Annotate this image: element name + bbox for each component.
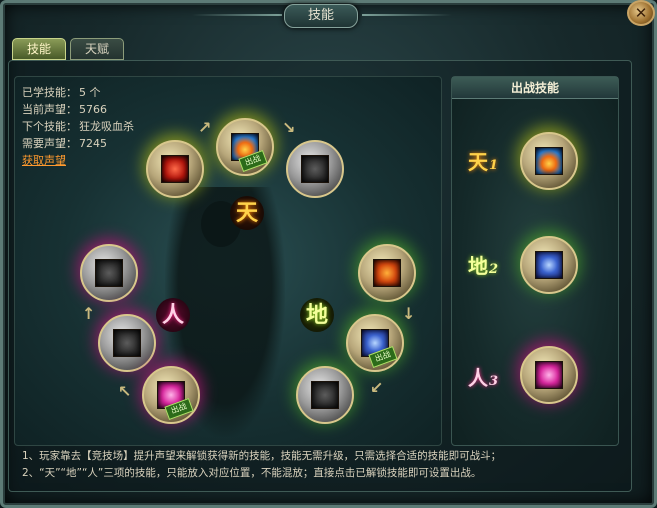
locked-skill-icon	[301, 155, 329, 183]
arrow-icon: ↙	[370, 378, 384, 397]
current-prestige-label: 当前声望：	[22, 103, 77, 116]
locked-skill-icon	[95, 259, 123, 287]
battle-slot-label-2: 地2	[468, 250, 504, 280]
slot-number: 1	[489, 158, 499, 173]
next-skill-value: 狂龙吸血杀	[79, 120, 134, 133]
earth-skill-node-1[interactable]	[348, 230, 426, 310]
next-skill-label: 下个技能：	[22, 120, 77, 133]
learned-skills-label: 已学技能：	[22, 86, 77, 99]
get-prestige-link[interactable]: 获取声望	[22, 152, 66, 169]
title-ornament-right	[362, 14, 452, 16]
tab-skills[interactable]: 技能	[12, 38, 66, 60]
heaven-category-label: 天	[230, 196, 264, 230]
help-note-1: 1、玩家靠去【竞技场】提升声望来解锁获得新的技能，技能无需升级，只需选择合适的技…	[22, 450, 502, 462]
battle-skills-title: 出战技能	[452, 77, 618, 99]
slot-number: 3	[489, 374, 499, 389]
window-title: 技能	[284, 4, 358, 28]
earth-skill-node-3[interactable]	[286, 352, 364, 432]
battle-slot-label-1: 天1	[468, 146, 504, 176]
human-skill-node-3[interactable]: 出战	[132, 352, 210, 432]
battle-slot-3[interactable]	[510, 332, 588, 412]
human-category-label: 人	[156, 298, 190, 332]
battle-slot-label-3: 人3	[468, 362, 504, 392]
title-ornament-left	[192, 14, 282, 16]
learned-skills-value: 5 个	[79, 86, 101, 99]
heart-skill-icon	[535, 361, 563, 389]
flame-body-skill-icon	[373, 259, 401, 287]
human-skill-node-1[interactable]	[70, 230, 148, 310]
slot-char: 地	[468, 254, 488, 278]
heaven-skill-node-3[interactable]	[286, 140, 344, 198]
arrow-icon: ↑	[82, 304, 96, 323]
arrow-icon: ↘	[282, 118, 296, 137]
slot-char: 人	[468, 366, 488, 390]
battle-slot-1[interactable]	[510, 118, 588, 198]
tab-bar: 技能 天赋	[12, 38, 124, 60]
required-prestige-value: 7245	[79, 137, 107, 150]
slot-char: 天	[468, 150, 488, 174]
blood-red-skill-icon	[161, 155, 189, 183]
help-notes: 1、玩家靠去【竞技场】提升声望来解锁获得新的技能，技能无需升级，只需选择合适的技…	[22, 448, 501, 482]
arrow-icon: ↓	[402, 304, 416, 323]
tab-talents[interactable]: 天赋	[70, 38, 124, 60]
heaven-skill-node-2[interactable]: 出战	[206, 104, 284, 184]
battle-slot-2[interactable]	[510, 222, 588, 302]
taiji-skill-icon	[535, 251, 563, 279]
heaven-skill-node-1[interactable]	[136, 126, 214, 206]
required-prestige-label: 需要声望：	[22, 137, 77, 150]
earth-skill-node-2[interactable]: 出战	[336, 300, 414, 380]
arrow-icon: ↗	[198, 118, 212, 137]
arrow-icon: ↖	[118, 382, 132, 401]
skill-stats: 已学技能： 5 个 当前声望： 5766 下个技能： 狂龙吸血杀 需要声望： 7245 …	[22, 84, 134, 169]
earth-category-label: 地	[300, 298, 334, 332]
close-button[interactable]: ✕	[627, 0, 655, 26]
slot-number: 2	[489, 262, 499, 277]
locked-skill-icon	[311, 381, 339, 409]
help-note-2: 2、“天”“地”“人”三项的技能，只能放入对应位置，不能混放；直接点击已解锁技能…	[22, 467, 482, 479]
locked-skill-icon	[113, 329, 141, 357]
fire-vortex-skill-icon	[535, 147, 563, 175]
current-prestige-value: 5766	[79, 103, 107, 116]
